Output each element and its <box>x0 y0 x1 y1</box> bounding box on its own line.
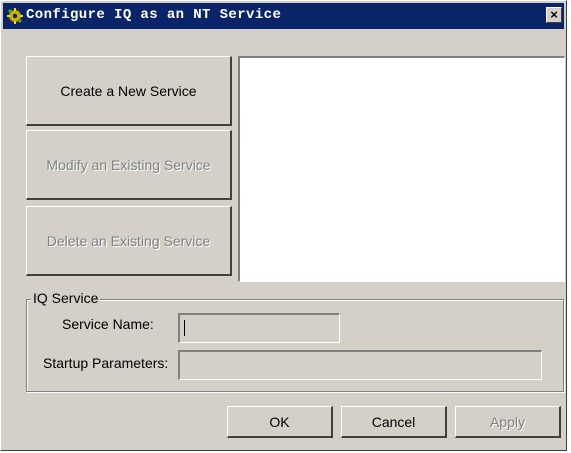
modify-service-button[interactable]: Modify an Existing Service <box>26 130 232 200</box>
network-service-icon <box>6 7 24 25</box>
cancel-button[interactable]: Cancel <box>341 406 447 438</box>
text-cursor <box>184 320 185 336</box>
ok-button[interactable]: OK <box>227 406 333 438</box>
startup-parameters-input[interactable] <box>178 350 542 380</box>
close-icon[interactable]: × <box>546 7 562 23</box>
create-service-button[interactable]: Create a New Service <box>26 56 232 126</box>
apply-button[interactable]: Apply <box>455 406 561 438</box>
startup-parameters-label: Startup Parameters: <box>43 355 169 371</box>
title-bar[interactable]: Configure IQ as an NT Service × <box>3 3 564 29</box>
service-name-label: Service Name: <box>62 316 154 332</box>
iq-service-group-label: IQ Service <box>31 290 101 306</box>
service-list[interactable] <box>238 56 565 282</box>
delete-service-button[interactable]: Delete an Existing Service <box>26 206 232 276</box>
service-name-input[interactable] <box>178 313 340 343</box>
configure-service-dialog: Configure IQ as an NT Service × Create a… <box>0 0 567 451</box>
window-title: Configure IQ as an NT Service <box>26 7 282 23</box>
